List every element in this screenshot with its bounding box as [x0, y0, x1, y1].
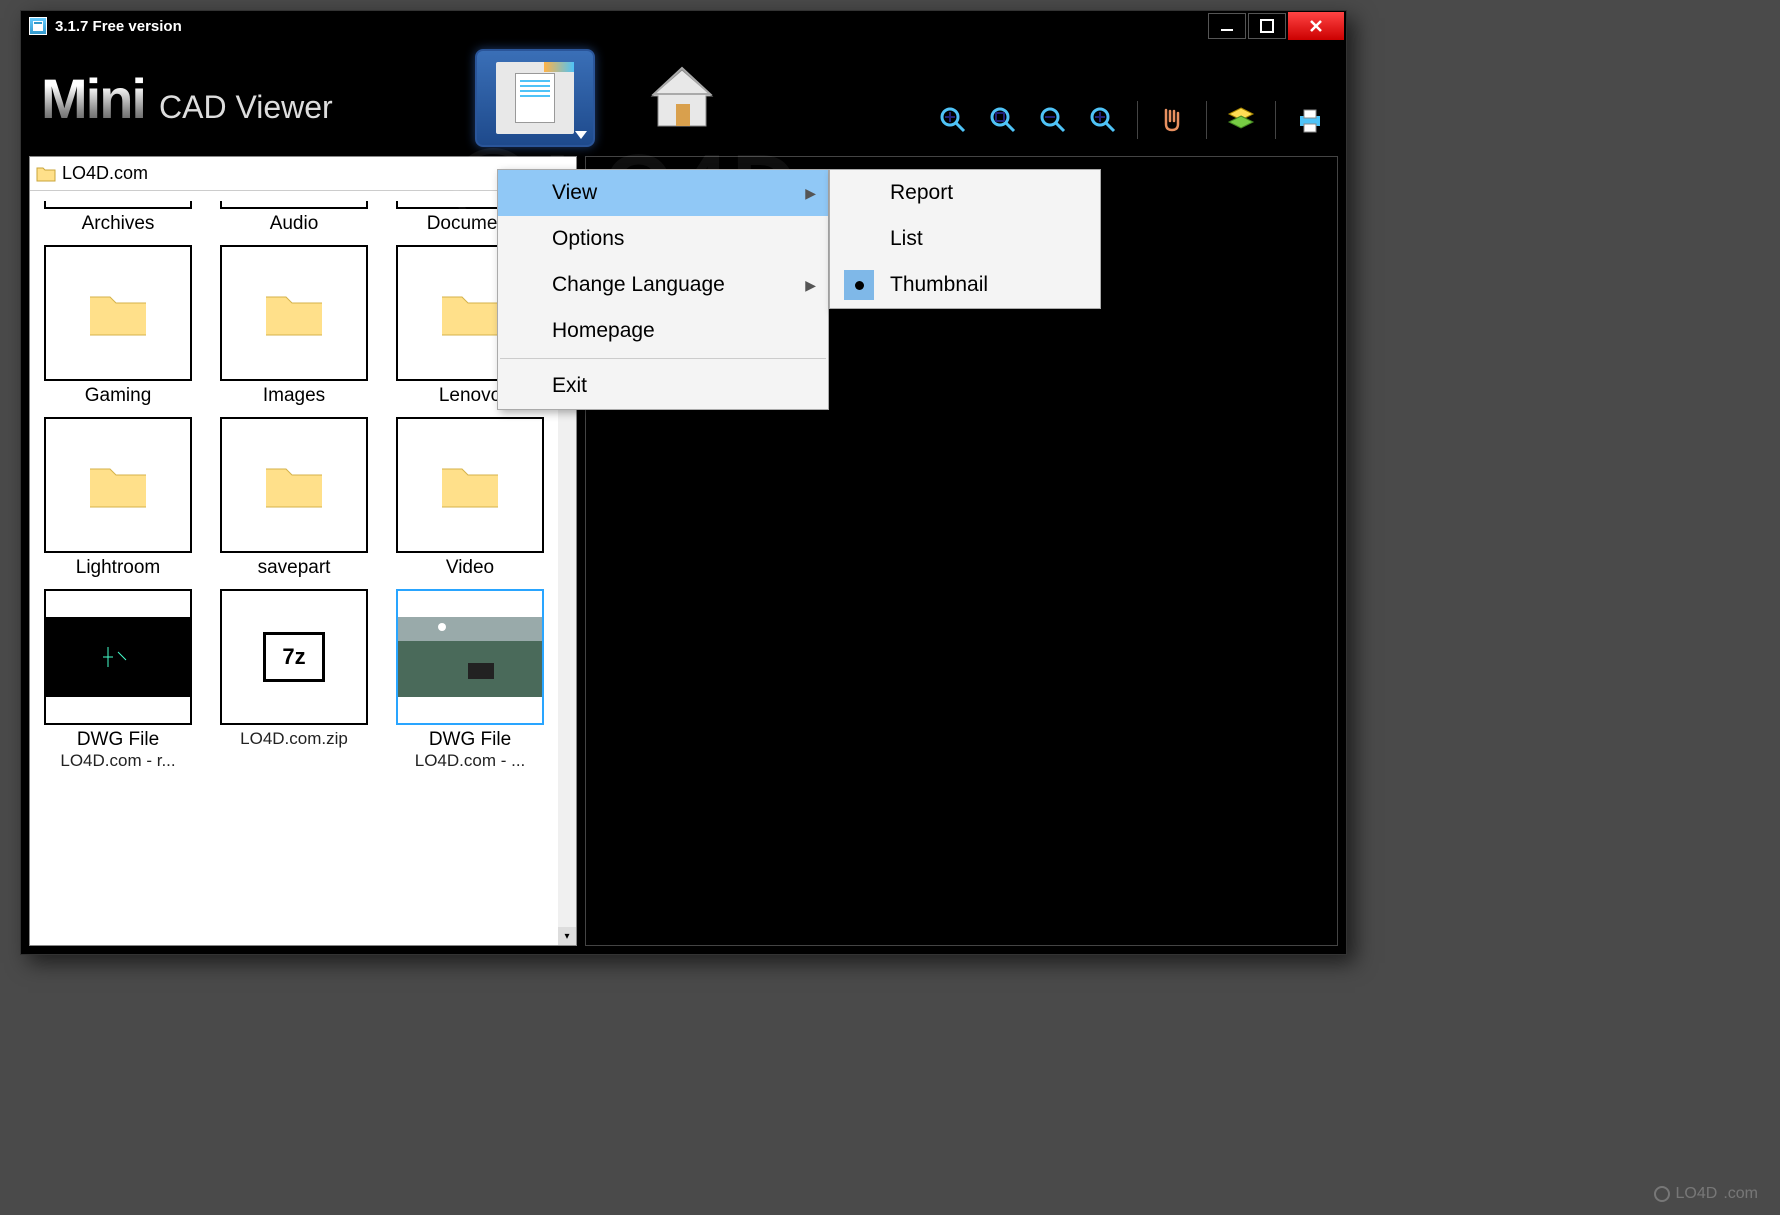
- thumbnail-item[interactable]: Images: [214, 245, 374, 407]
- thumbnail-area: ArchivesAudioDocumentGamingImagesLenovoL…: [30, 191, 576, 945]
- separator: [1206, 101, 1207, 139]
- thumbnail-label: DWG File: [429, 729, 511, 751]
- thumbnail-item[interactable]: Gaming: [38, 245, 198, 407]
- zoom-window-icon[interactable]: [987, 104, 1019, 136]
- menu-separator: [500, 358, 826, 359]
- path-text: LO4D.com: [62, 163, 148, 184]
- close-button[interactable]: [1288, 12, 1344, 40]
- menu-item-change-language[interactable]: Change Language▶: [498, 262, 828, 308]
- menu-item-exit[interactable]: Exit: [498, 363, 828, 409]
- menu-item-options[interactable]: Options: [498, 216, 828, 262]
- thumbnail-label: Video: [446, 557, 494, 579]
- scroll-down-button[interactable]: ▾: [558, 927, 576, 945]
- thumbnail-item[interactable]: DWG FileLO4D.com - r...: [38, 589, 198, 771]
- thumbnail-label: Audio: [270, 213, 319, 235]
- submenu-item-thumbnail[interactable]: Thumbnail: [830, 262, 1100, 308]
- minimize-button[interactable]: [1208, 13, 1246, 39]
- print-icon[interactable]: [1294, 104, 1326, 136]
- tool-strip: [937, 101, 1326, 139]
- titlebar: 3.1.7 Free version: [21, 11, 1346, 41]
- thumbnail-filename: LO4D.com - r...: [43, 751, 193, 771]
- zoom-fit-icon[interactable]: [937, 104, 969, 136]
- toolbar: Mini CAD Viewer: [21, 41, 1346, 156]
- chevron-right-icon: ▶: [805, 277, 816, 294]
- menu-item-homepage[interactable]: Homepage: [498, 308, 828, 354]
- submenu-label: Thumbnail: [890, 273, 988, 297]
- thumbnail-label: Archives: [82, 213, 155, 235]
- thumbnail-label: DWG File: [77, 729, 159, 751]
- thumbnail-label: Lenovo: [439, 385, 501, 407]
- layers-icon[interactable]: [1225, 104, 1257, 136]
- thumbnail-item[interactable]: Video: [390, 417, 550, 579]
- radio-checked-icon: [844, 270, 874, 300]
- watermark-corner: LO4D.com: [1654, 1185, 1758, 1203]
- thumbnail-item[interactable]: Audio: [214, 201, 374, 235]
- path-bar[interactable]: LO4D.com: [30, 157, 576, 191]
- zoom-in-icon[interactable]: [1087, 104, 1119, 136]
- submenu-label: Report: [890, 181, 953, 205]
- app-icon: [29, 17, 47, 35]
- thumbnail-item[interactable]: savepart: [214, 417, 374, 579]
- chevron-right-icon: ▶: [805, 185, 816, 202]
- thumbnail-filename: LO4D.com.zip: [219, 729, 369, 749]
- chevron-down-icon: [575, 131, 587, 139]
- app-window: 3.1.7 Free version Mini CAD Viewer: [20, 10, 1347, 955]
- thumbnail-filename: LO4D.com - ...: [395, 751, 545, 771]
- submenu-item-report[interactable]: Report: [830, 170, 1100, 216]
- main-menu-button[interactable]: [475, 49, 595, 147]
- separator: [1275, 101, 1276, 139]
- submenu-item-list[interactable]: List: [830, 216, 1100, 262]
- thumbnail-item[interactable]: 7zLO4D.com.zip: [214, 589, 374, 771]
- thumbnail-item[interactable]: Archives: [38, 201, 198, 235]
- separator: [1137, 101, 1138, 139]
- home-button[interactable]: [639, 57, 725, 143]
- thumbnail-label: Lightroom: [76, 557, 161, 579]
- folder-icon: [36, 166, 56, 182]
- thumbnail-item[interactable]: DWG FileLO4D.com - ...: [390, 589, 550, 771]
- window-title: 3.1.7 Free version: [55, 18, 182, 35]
- thumbnail-label: Images: [263, 385, 325, 407]
- menu-item-view[interactable]: View▶: [498, 170, 828, 216]
- thumbnail-item[interactable]: Lightroom: [38, 417, 198, 579]
- pan-icon[interactable]: [1156, 104, 1188, 136]
- submenu-label: List: [890, 227, 923, 251]
- thumbnail-label: savepart: [258, 557, 331, 579]
- view-submenu: Report List Thumbnail: [829, 169, 1101, 309]
- zoom-out-icon[interactable]: [1037, 104, 1069, 136]
- file-browser-panel: LO4D.com ArchivesAudioDocumentGamingImag…: [29, 156, 577, 946]
- thumbnail-label: Gaming: [85, 385, 152, 407]
- main-menu: View▶OptionsChange Language▶Homepage Exit: [497, 169, 829, 410]
- maximize-button[interactable]: [1248, 13, 1286, 39]
- logo-main: Mini: [41, 66, 145, 131]
- logo-sub: CAD Viewer: [159, 89, 333, 126]
- app-logo: Mini CAD Viewer: [41, 66, 333, 131]
